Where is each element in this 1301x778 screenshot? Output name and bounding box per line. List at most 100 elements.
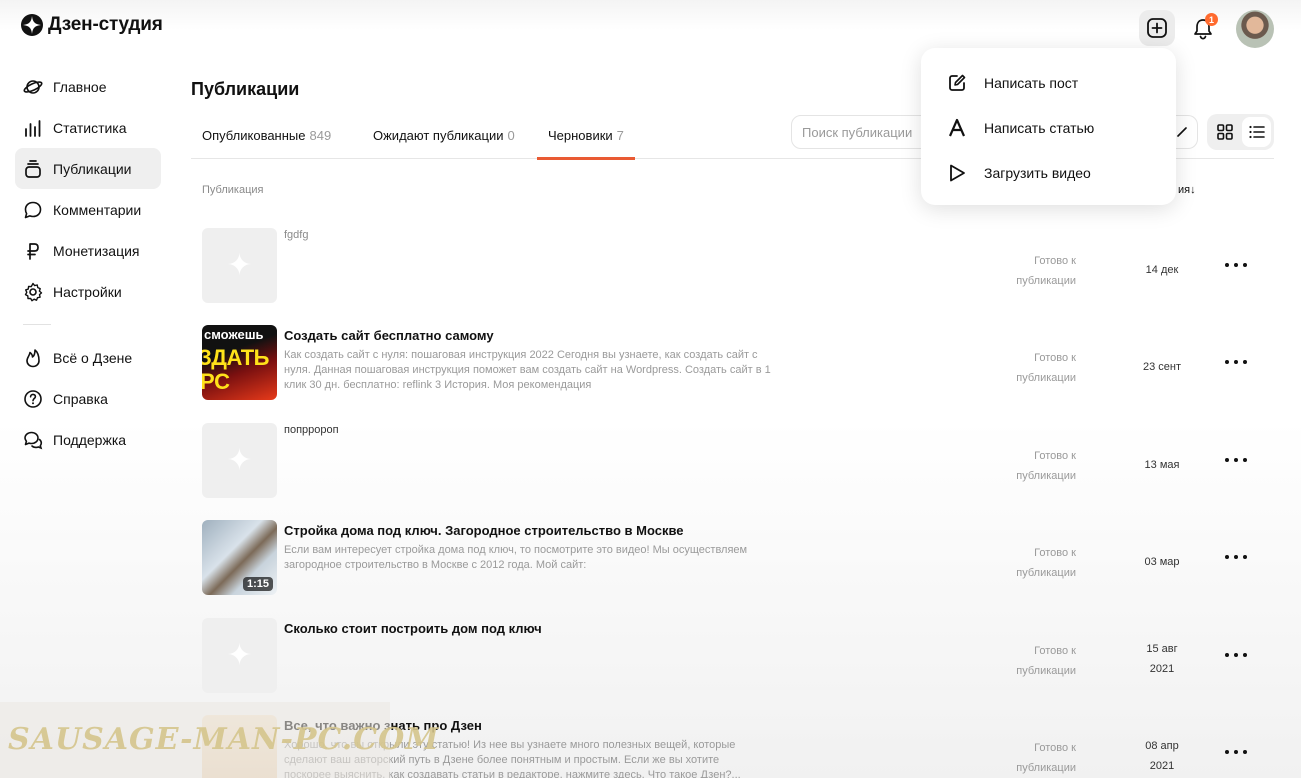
publication-date: 15 авг 2021 (1136, 639, 1188, 679)
menu-item-write-post[interactable]: Написать пост (921, 60, 1176, 105)
sidebar-item-main[interactable]: Главное (15, 66, 161, 107)
zen-logo-icon (21, 14, 43, 36)
more-options-button[interactable] (1225, 258, 1247, 272)
letter-a-icon (947, 118, 967, 138)
publication-title: fgdfg (284, 229, 309, 241)
sidebar-item-comments[interactable]: Комментарии (15, 189, 161, 230)
sparkle-icon: ✦ (226, 248, 253, 282)
grid-icon (1216, 124, 1233, 140)
tab-label: Черновики (548, 128, 613, 143)
sidebar-item-settings[interactable]: Настройки (15, 271, 161, 312)
tab-count: 849 (309, 128, 332, 143)
thumbnail-placeholder: ✦ (202, 618, 277, 693)
sparkle-icon: ✦ (226, 443, 253, 477)
chat-bubbles-icon (23, 430, 43, 450)
sidebar-item-statistics[interactable]: Статистика (15, 107, 161, 148)
bar-chart-icon (23, 118, 43, 138)
search-input[interactable]: Поиск публикации (791, 115, 931, 149)
avatar[interactable] (1236, 10, 1274, 48)
question-icon (23, 389, 43, 409)
date-line: 2021 (1149, 663, 1175, 675)
publication-status: Готово к публикации (1016, 255, 1076, 287)
thumbnail-placeholder: ✦ (202, 423, 277, 498)
publication-status: Готово к публикации (1016, 645, 1076, 677)
sidebar-item-label: Справка (53, 390, 108, 407)
tab-published[interactable]: Опубликованные 849 (202, 112, 331, 159)
sidebar-item-label: Публикации (53, 160, 132, 177)
sidebar-item-label: Комментарии (53, 201, 142, 218)
stack-icon (23, 159, 43, 179)
table-row[interactable]: сможешь ЗДАТЬ РС Создать сайт бесплатно … (191, 325, 1274, 415)
more-options-button[interactable] (1225, 355, 1247, 369)
sparkle-icon: ✦ (226, 638, 253, 672)
table-row[interactable]: 1:15 Стройка дома под ключ. Загородное с… (191, 520, 1274, 610)
publication-date: 03 мар (1144, 556, 1180, 568)
date-line: 08 апр (1145, 740, 1179, 752)
tab-drafts[interactable]: Черновики 7 (537, 112, 635, 160)
table-row[interactable]: ✦ попрророп Готово к публикации 13 мая (191, 423, 1274, 513)
publication-date: 23 сент (1142, 361, 1182, 373)
sidebar: Главное Статистика Публикации Комментари… (15, 66, 161, 460)
more-options-button[interactable] (1225, 453, 1247, 467)
sidebar-divider (23, 324, 51, 325)
table-row[interactable]: ✦ Сколько стоит построить дом под ключ Г… (191, 618, 1274, 708)
publication-status: Готово к публикации (1016, 547, 1076, 579)
menu-item-write-article[interactable]: Написать статью (921, 105, 1176, 150)
edit-icon (947, 73, 967, 93)
tab-pending[interactable]: Ожидают публикации 0 (373, 112, 515, 159)
column-header-date[interactable]: ия↓ (1178, 184, 1196, 196)
tab-label: Опубликованные (202, 128, 306, 143)
publication-status: Готово к публикации (1016, 352, 1076, 384)
thumbnail-text: ЗДАТЬ (202, 345, 270, 370)
list-view-button[interactable] (1242, 117, 1271, 147)
column-header-publication: Публикация (202, 184, 264, 196)
create-menu: Написать пост Написать статью Загрузить … (921, 48, 1176, 205)
tab-count: 0 (507, 128, 515, 143)
menu-item-label: Написать статью (984, 119, 1095, 136)
create-button[interactable] (1139, 10, 1175, 46)
planet-icon (23, 77, 43, 97)
table-row[interactable]: ✦ fgdfg Готово к публикации 14 дек (191, 228, 1274, 318)
ruble-icon (23, 241, 43, 261)
sidebar-item-publications[interactable]: Публикации (15, 148, 161, 189)
view-toggle (1207, 114, 1274, 150)
publication-description: Как создать сайт с нуля: пошаговая инстр… (284, 349, 771, 391)
thumbnail-text: сможешь (204, 327, 264, 342)
more-options-button[interactable] (1225, 648, 1247, 662)
sidebar-item-about-zen[interactable]: Всё о Дзене (15, 337, 161, 378)
publication-status: Готово к публикации (1016, 450, 1076, 482)
list-icon (1248, 125, 1265, 139)
thumbnail-image: 1:15 (202, 520, 277, 595)
publication-description: Если вам интересует стройка дома под клю… (284, 544, 748, 571)
menu-item-upload-video[interactable]: Загрузить видео (921, 150, 1176, 195)
notifications-button[interactable]: 1 (1188, 12, 1218, 46)
comment-icon (23, 200, 43, 220)
publication-title: Сколько стоит построить дом под ключ (284, 621, 542, 636)
sidebar-item-support[interactable]: Поддержка (15, 419, 161, 460)
date-line: 2021 (1149, 760, 1175, 772)
date-line: 15 авг (1146, 643, 1178, 655)
sidebar-item-label: Поддержка (53, 431, 127, 448)
more-options-button[interactable] (1225, 550, 1247, 564)
publication-date: 08 апр 2021 (1136, 736, 1188, 776)
more-options-button[interactable] (1225, 745, 1247, 759)
tab-label: Ожидают публикации (373, 128, 504, 143)
video-duration: 1:15 (242, 577, 273, 591)
play-icon (947, 163, 967, 183)
sidebar-item-label: Главное (53, 78, 107, 95)
flame-icon (23, 348, 43, 368)
tab-count: 7 (616, 128, 624, 143)
sidebar-item-label: Настройки (53, 283, 122, 300)
sidebar-item-monetization[interactable]: Монетизация (15, 230, 161, 271)
thumbnail-image: сможешь ЗДАТЬ РС (202, 325, 277, 400)
publication-date: 13 мая (1144, 459, 1180, 471)
grid-view-button[interactable] (1210, 117, 1239, 147)
publication-title: Создать сайт бесплатно самому (284, 328, 494, 343)
menu-item-label: Написать пост (984, 74, 1079, 91)
sidebar-item-label: Статистика (53, 119, 127, 136)
sidebar-item-label: Монетизация (53, 242, 140, 259)
notification-badge: 1 (1205, 13, 1218, 26)
watermark-text: SAUSAGE-MAN-PC.COM (8, 722, 440, 757)
sidebar-item-help[interactable]: Справка (15, 378, 161, 419)
logo[interactable]: Дзен-студия (21, 14, 163, 36)
